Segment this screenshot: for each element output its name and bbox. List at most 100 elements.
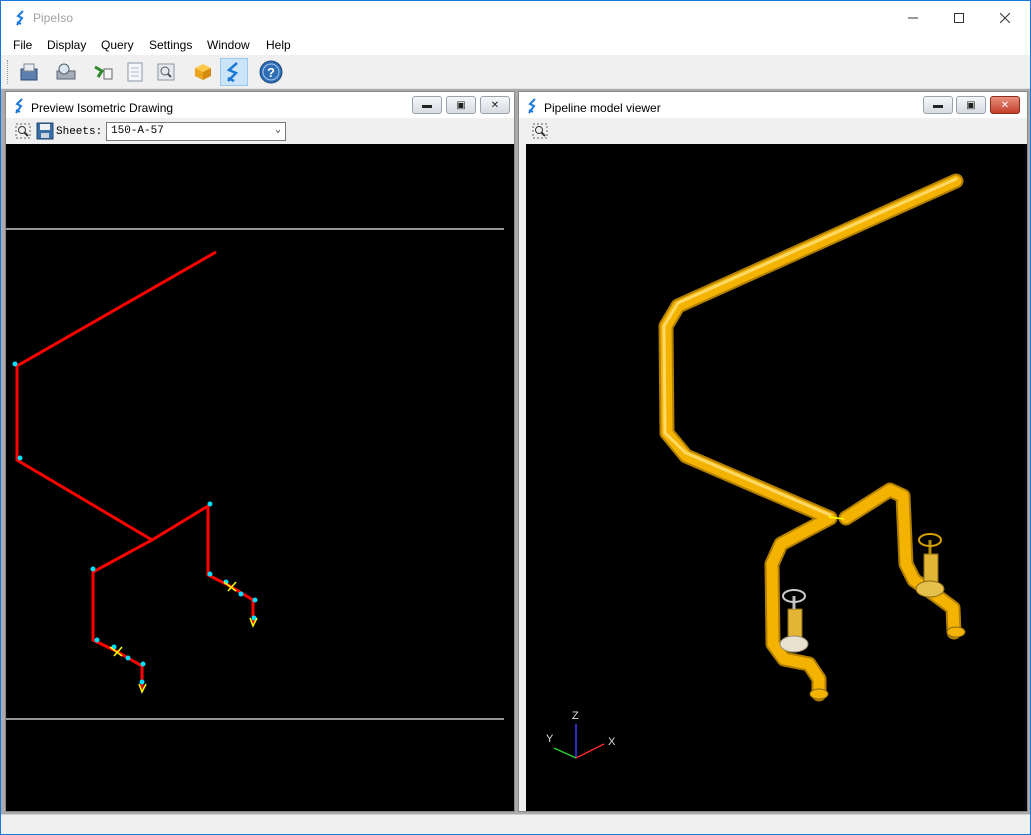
pipeiso-logo-icon [528,98,536,114]
model-maximize-button[interactable]: ▣ [956,96,986,114]
model-viewer-toolbar [519,118,1027,144]
print-preview-icon [56,63,76,80]
iso-preview-toolbar: Sheets: 150-A-57 ⌄ [6,118,514,144]
menu-settings[interactable]: Settings [149,38,192,52]
iso-node [139,679,145,685]
minimize-button[interactable] [890,1,936,35]
minimize-icon: ▬ [933,99,943,111]
iso-preview-title: Preview Isometric Drawing [31,101,174,115]
axis-y-label: Y [546,733,554,745]
restore-icon: ▣ [966,99,976,111]
axis-z-label: Z [572,710,579,722]
model-pipeline [658,173,964,702]
save-icon [36,122,54,140]
iso-node [12,361,18,367]
zoom-icon [157,63,175,81]
model-viewer-title: Pipeline model viewer [544,101,661,115]
zoom-extents-button[interactable] [14,122,32,140]
maximize-icon [954,13,964,23]
zoom-extents-icon [532,123,548,139]
iso-node [252,597,258,603]
iso-preview-titlebar[interactable]: Preview Isometric Drawing ▬ ▣ ✕ [6,92,514,118]
zoom-extents-icon [15,123,31,139]
sheets-select[interactable]: 150-A-57 ⌄ [106,122,286,141]
connect-button[interactable] [89,58,117,86]
axis-triad: Z X Y [546,710,616,759]
status-bar [1,814,1030,834]
iso-node [94,637,100,643]
menu-display[interactable]: Display [47,38,86,52]
mdi-area: Preview Isometric Drawing ▬ ▣ ✕ Sheets: … [1,89,1030,814]
model-zoom-extents-button[interactable] [531,122,549,140]
iso-node [140,661,146,667]
sheets-select-value: 150-A-57 [111,125,164,137]
help-button[interactable]: ? [257,58,285,86]
menu-query[interactable]: Query [101,38,134,52]
model-3d-canvas[interactable]: Z X Y [526,144,1027,811]
menu-file[interactable]: File [13,38,32,52]
open-icon [20,63,38,81]
iso-close-button[interactable]: ✕ [480,96,510,114]
app-window: PipeIso File Display Query Settings Wind… [0,0,1031,835]
model-3d-svg: Z X Y [546,173,966,759]
iso-maximize-button[interactable]: ▣ [446,96,476,114]
close-icon [1000,13,1010,23]
iso-minimize-button[interactable]: ▬ [412,96,442,114]
svg-text:?: ? [267,65,275,80]
iso-node [125,655,131,661]
model-end-flange [809,688,829,700]
minimize-icon: ▬ [422,99,432,111]
print-preview-button[interactable] [52,58,80,86]
zoom-button[interactable] [152,58,180,86]
toolbar: ? [1,55,1030,89]
iso-valve-symbol [223,581,237,592]
window-title: PipeIso [33,11,74,25]
help-icon: ? [259,60,283,84]
save-button[interactable] [36,122,54,140]
iso-drawing-canvas[interactable] [6,144,514,811]
toolbar-grip[interactable] [7,60,10,84]
pipeiso-logo-icon [16,10,24,26]
restore-icon: ▣ [456,99,466,111]
open-button[interactable] [15,58,43,86]
menu-help[interactable]: Help [266,38,291,52]
pipe-model-button[interactable] [220,58,248,86]
menu-window[interactable]: Window [207,38,250,52]
iso-pipe-run-2 [151,503,255,624]
iso-nodes [12,361,258,685]
iso-drawing-svg [6,228,504,720]
model-viewer-titlebar[interactable]: Pipeline model viewer ▬ ▣ ✕ [519,92,1027,118]
sheets-label: Sheets: [56,126,103,138]
close-button[interactable] [982,1,1028,35]
connect-icon [94,65,113,80]
title-bar[interactable]: PipeIso [1,1,1030,35]
iso-node [90,566,96,572]
chevron-down-icon: ⌄ [274,125,281,136]
model-close-button[interactable]: ✕ [990,96,1020,114]
box-3d-icon [195,64,211,80]
document-button[interactable] [121,58,149,86]
model-valve-1 [779,589,809,653]
pipeiso-logo-icon [226,62,239,83]
maximize-button[interactable] [936,1,982,35]
axis-x-label: X [608,736,616,748]
iso-pipe-run-1 [15,250,217,689]
iso-preview-window: Preview Isometric Drawing ▬ ▣ ✕ Sheets: … [5,91,515,812]
document-icon [127,62,143,82]
menu-bar: File Display Query Settings Window Help [1,35,1030,55]
iso-node [17,455,23,461]
pipeiso-logo-icon [15,98,23,114]
iso-node [207,501,213,507]
close-icon: ✕ [490,99,500,111]
box-3d-button[interactable] [189,58,217,86]
iso-pipeline [15,250,255,689]
close-icon: ✕ [1000,99,1010,111]
iso-node [238,591,244,597]
model-viewer-window: Pipeline model viewer ▬ ▣ ✕ Z X Y [518,91,1028,812]
iso-valve-symbols [109,581,258,694]
model-minimize-button[interactable]: ▬ [923,96,953,114]
model-end-flange [946,626,966,638]
minimize-icon [908,17,918,19]
model-valve-2 [915,533,945,598]
iso-node [207,571,213,577]
